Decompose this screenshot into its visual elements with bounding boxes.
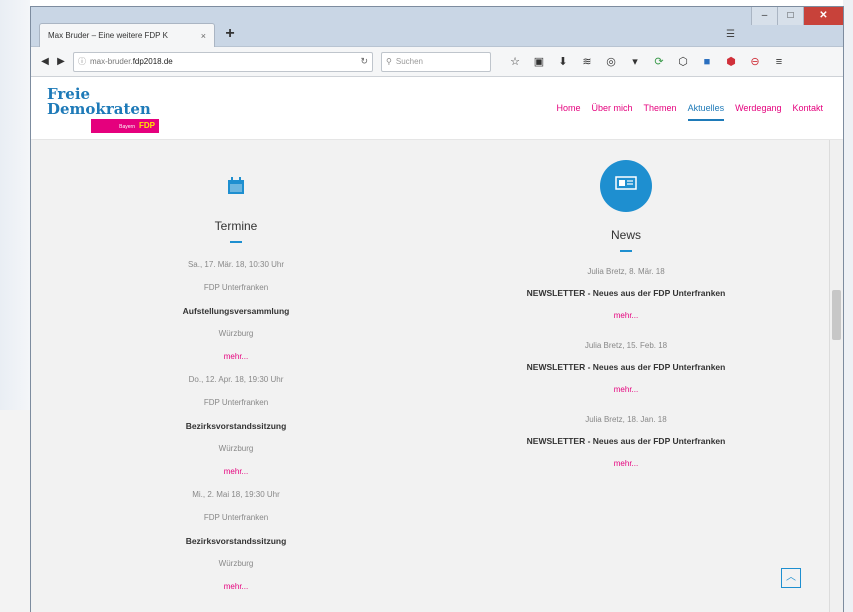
news-more-link[interactable]: mehr... [614, 310, 638, 321]
logo-badge: Bayern FDP [91, 119, 159, 133]
event-title: Bezirksvorstandssitzung [185, 420, 287, 431]
download-icon[interactable]: ⬇ [551, 53, 575, 71]
back-icon[interactable]: ◀ [37, 54, 53, 70]
rss-icon[interactable]: ≋ [575, 53, 599, 71]
news-headline[interactable]: NEWSLETTER - Neues aus der FDP Unterfran… [491, 282, 761, 304]
event-item: Mi., 2. Mai 18, 19:30 Uhr FDP Unterfrank… [131, 483, 341, 598]
close-icon[interactable]: × [201, 31, 206, 41]
title-divider [620, 250, 632, 252]
news-meta: Julia Bretz, 8. Mär. 18 [587, 267, 665, 276]
page-scrollbar[interactable] [829, 140, 843, 612]
news-item: Julia Bretz, 18. Jan. 18 NEWSLETTER - Ne… [491, 410, 761, 472]
news-more-link[interactable]: mehr... [614, 384, 638, 395]
logo-line-2: Demokraten [47, 100, 151, 118]
close-window-button[interactable]: ✕ [803, 7, 843, 25]
news-headline[interactable]: NEWSLETTER - Neues aus der FDP Unterfran… [491, 430, 761, 452]
puzzle-icon[interactable]: ⬡ [671, 53, 695, 71]
browser-tab[interactable]: Max Bruder – Eine weitere FDP K × [39, 23, 215, 47]
desktop-background-lower [0, 410, 30, 612]
minimize-button[interactable]: – [751, 7, 777, 25]
news-title: News [610, 228, 641, 242]
badge-icon[interactable]: ■ [695, 53, 719, 71]
event-more-link[interactable]: mehr... [224, 351, 248, 362]
termine-title: Termine [214, 219, 258, 233]
main-navigation: Home Über mich Themen Aktuelles Werdegan… [546, 103, 823, 121]
event-date: Do., 12. Apr. 18, 19:30 Uhr [188, 375, 284, 384]
forward-icon[interactable]: ▶ [53, 54, 69, 70]
addon-icon[interactable]: ◎ [599, 53, 623, 71]
reload-icon[interactable]: ↻ [360, 56, 368, 67]
site-header: Freie Demokraten Bayern FDP Home Über mic… [31, 77, 843, 139]
news-meta: Julia Bretz, 18. Jan. 18 [585, 415, 667, 424]
search-placeholder: Suchen [395, 57, 423, 66]
browser-window: Max Bruder – Eine weitere FDP K × + ☰ – … [30, 6, 844, 612]
url-bar[interactable]: ⓘ max-bruder.fdp2018.de ↻ [73, 51, 373, 72]
scrollbar-thumb[interactable] [832, 290, 841, 340]
fdp-logo[interactable]: Freie Demokraten Bayern FDP [47, 87, 167, 133]
calendar-icon [225, 176, 247, 198]
event-title: Aufstellungsversammlung [182, 305, 290, 316]
hamburger-menu-icon[interactable]: ≡ [767, 53, 791, 71]
event-item: Do., 12. Apr. 18, 19:30 Uhr FDP Unterfra… [131, 368, 341, 483]
navigation-toolbar: ◀ ▶ ⓘ max-bruder.fdp2018.de ↻ ⚲ Suchen ☆… [31, 47, 843, 77]
news-headline[interactable]: NEWSLETTER - Neues aus der FDP Unterfran… [491, 356, 761, 378]
title-divider [230, 241, 242, 243]
maximize-button[interactable]: □ [777, 7, 803, 25]
block-icon[interactable]: ⊖ [743, 53, 767, 71]
newspaper-icon [600, 160, 652, 212]
star-icon[interactable]: ☆ [503, 53, 527, 71]
event-place: Würzburg [218, 329, 254, 338]
page-content: Termine Sa., 17. Mär. 18, 10:30 Uhr FDP … [31, 140, 831, 612]
extension-icon[interactable]: ▾ [623, 53, 647, 71]
chevron-up-icon: ︿ [786, 572, 796, 583]
event-item: Sa., 17. Mär. 18, 10:30 Uhr FDP Unterfra… [131, 253, 341, 368]
title-bar: Max Bruder – Eine weitere FDP K × + ☰ – … [31, 7, 843, 47]
toolbar-icons: ☆ ▣ ⬇ ≋ ◎ ▾ ⟳ ⬡ ■ ⬢ ⊖ ≡ [503, 53, 791, 71]
scroll-to-top-button[interactable]: ︿ [781, 568, 801, 588]
event-date: Mi., 2. Mai 18, 19:30 Uhr [192, 490, 280, 499]
event-title: Bezirksvorstandssitzung [185, 535, 287, 546]
news-meta: Julia Bretz, 15. Feb. 18 [584, 341, 668, 350]
event-place: Würzburg [218, 559, 254, 568]
news-item: Julia Bretz, 8. Mär. 18 NEWSLETTER - Neu… [491, 262, 761, 324]
new-tab-button[interactable]: + [221, 25, 239, 43]
event-date: Sa., 17. Mär. 18, 10:30 Uhr [187, 260, 285, 269]
window-controls: – □ ✕ [751, 7, 843, 27]
news-item: Julia Bretz, 15. Feb. 18 NEWSLETTER - Ne… [491, 336, 761, 398]
nav-kontakt[interactable]: Kontakt [792, 103, 823, 121]
shield-icon[interactable]: ⬢ [719, 53, 743, 71]
event-organizer: FDP Unterfranken [203, 398, 269, 407]
sync-icon[interactable]: ⟳ [647, 53, 671, 71]
reader-icon[interactable]: ▣ [527, 53, 551, 71]
nav-aktuelles[interactable]: Aktuelles [687, 103, 725, 121]
nav-werdegang[interactable]: Werdegang [735, 103, 781, 121]
nav-home[interactable]: Home [557, 103, 581, 121]
url-text: max-bruder.fdp2018.de [90, 57, 173, 66]
desktop-background-right [843, 0, 853, 612]
event-more-link[interactable]: mehr... [224, 466, 248, 477]
news-more-link[interactable]: mehr... [614, 458, 638, 469]
event-place: Würzburg [218, 444, 254, 453]
tab-title: Max Bruder – Eine weitere FDP K [48, 31, 168, 40]
event-organizer: FDP Unterfranken [203, 283, 269, 292]
termine-column: Termine Sa., 17. Mär. 18, 10:30 Uhr FDP … [131, 140, 341, 598]
info-icon[interactable]: ⓘ [78, 56, 86, 67]
news-column: News Julia Bretz, 8. Mär. 18 NEWSLETTER … [491, 140, 761, 484]
event-more-link[interactable]: mehr... [224, 581, 248, 592]
nav-ueber-mich[interactable]: Über mich [592, 103, 633, 121]
search-bar[interactable]: ⚲ Suchen [381, 51, 491, 72]
menu-icon[interactable]: ☰ [726, 29, 735, 40]
event-organizer: FDP Unterfranken [203, 513, 269, 522]
search-icon: ⚲ [386, 57, 392, 66]
nav-themen[interactable]: Themen [644, 103, 677, 121]
